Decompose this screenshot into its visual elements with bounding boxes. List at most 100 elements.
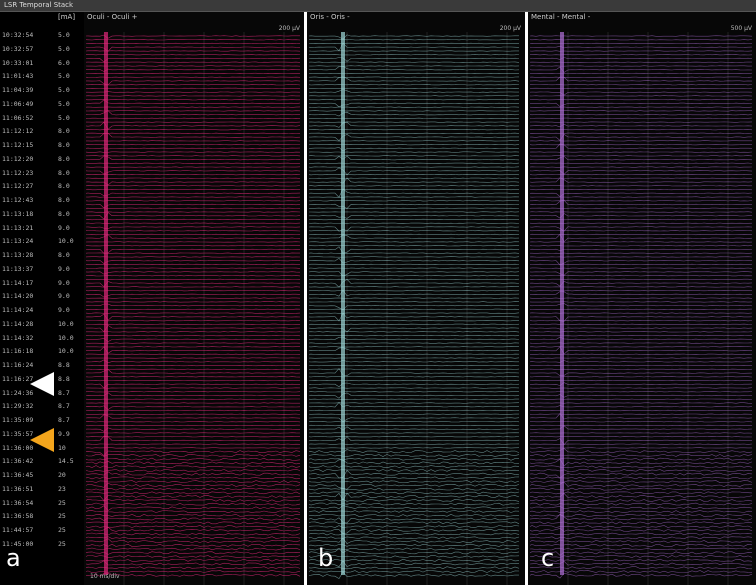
row-time: 10:33:01 [2, 58, 34, 67]
row-time: 11:36:58 [2, 512, 34, 521]
trace-line [308, 155, 520, 157]
row-time: 11:04:39 [2, 86, 34, 94]
stimulus-artifact-band [341, 32, 345, 575]
trace-line [308, 480, 520, 484]
row-current: 9.9 [58, 429, 70, 438]
trace-line [308, 312, 520, 314]
trace-line [308, 226, 520, 232]
trace-line [85, 398, 300, 400]
trace-line [308, 346, 520, 348]
trace-line [308, 50, 519, 52]
trace-line [85, 222, 301, 224]
row-current: 8.7 [58, 416, 70, 424]
row-current: 8.7 [58, 402, 70, 411]
row-time: 11:14:20 [2, 292, 34, 301]
row-current: 5.0 [58, 113, 70, 122]
row-current: 10.0 [58, 237, 74, 246]
trace-line [85, 173, 301, 176]
row-time: 11:12:27 [2, 182, 34, 191]
trace-line [85, 502, 301, 506]
row-time: 11:36:00 [2, 443, 34, 452]
trace-line [308, 421, 520, 423]
trace-line [85, 87, 300, 90]
trace-line [85, 323, 300, 325]
trace-line [85, 443, 301, 445]
trace-line [308, 121, 520, 128]
trace-line [85, 99, 300, 101]
trace-line [85, 260, 301, 264]
trace-line [309, 417, 520, 423]
row-time: 11:36:54 [2, 498, 34, 507]
trace-line [308, 502, 520, 506]
trace-line [86, 338, 301, 343]
trace-line [85, 487, 301, 491]
trace-line [85, 61, 301, 63]
trace-line [308, 555, 520, 558]
row-time: 11:14:28 [2, 319, 34, 328]
trace-line [85, 480, 301, 484]
trace-line [308, 278, 520, 288]
row-time: 11:24:36 [2, 388, 34, 397]
row-time: 11:14:24 [2, 306, 34, 314]
trace-line [308, 548, 520, 555]
row-time: 11:36:45 [2, 471, 34, 479]
row-current: 9.0 [58, 278, 70, 287]
trace-line [85, 207, 301, 209]
trace-line [85, 482, 301, 488]
trace-line [85, 513, 301, 517]
trace-line [308, 42, 520, 52]
row-current: 8.0 [58, 196, 70, 204]
trace-line [85, 286, 301, 288]
trace-line [85, 143, 300, 146]
window-title: LSR Temporal Stack [4, 1, 74, 9]
trace-line [308, 532, 520, 536]
trace-line [86, 212, 301, 220]
waveform-traces [85, 32, 301, 585]
trace-line [85, 84, 301, 86]
row-time: 11:16:18 [2, 347, 34, 356]
row-current: 8.0 [58, 168, 70, 177]
trace-line [309, 379, 520, 382]
trace-line [86, 346, 301, 348]
row-time: 11:01:43 [2, 72, 34, 81]
trace-line [308, 99, 520, 101]
row-current: 10.0 [58, 333, 74, 342]
trace-line [85, 342, 301, 344]
trace-line [308, 364, 520, 367]
trace-line [308, 162, 520, 164]
trace-line [309, 39, 520, 41]
trace-line [308, 222, 520, 224]
trace-line [308, 432, 520, 434]
trace-line [85, 256, 301, 258]
trace-line [85, 424, 300, 427]
trace-line [85, 346, 301, 354]
trace-line [308, 342, 520, 344]
row-time: 11:14:17 [2, 278, 34, 287]
trace-line [85, 547, 301, 551]
trace-line [308, 188, 519, 198]
trace-line [308, 543, 520, 547]
trace-line [309, 128, 519, 131]
trace-line [308, 453, 520, 457]
trace-line [308, 132, 520, 135]
trace-line [85, 521, 301, 525]
trace-line [308, 398, 519, 400]
trace-line [85, 551, 301, 555]
trace-line [85, 192, 301, 197]
trace-line [85, 170, 301, 175]
trace-line [85, 234, 301, 239]
row-current: 10.0 [58, 319, 74, 328]
trace-line [85, 248, 301, 254]
trace-line [308, 173, 520, 176]
trace-line [85, 526, 301, 532]
row-current: 25 [58, 512, 66, 521]
row-time: 11:36:51 [2, 484, 34, 493]
trace-line [86, 245, 300, 247]
trace-line [308, 72, 520, 75]
trace-line [308, 166, 520, 168]
trace-line [86, 233, 301, 236]
panel-letter-b: b [318, 544, 334, 572]
trace-line [308, 566, 520, 570]
row-current: 9.0 [58, 223, 70, 232]
trace-line [85, 357, 300, 359]
